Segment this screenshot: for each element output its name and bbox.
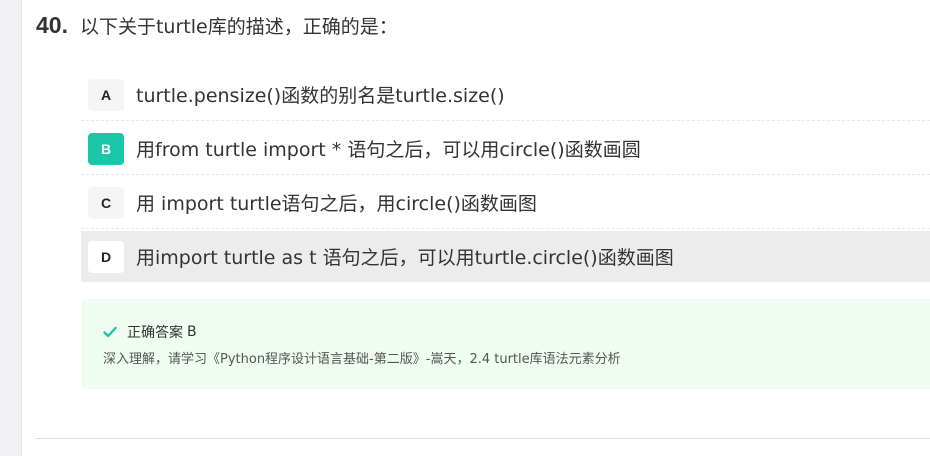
option-b-text: 用from turtle import * 语句之后，可以用circle()函数… — [136, 139, 641, 161]
option-d-badge[interactable]: D — [88, 240, 124, 273]
option-b-badge[interactable]: B — [88, 132, 124, 165]
options-list: A turtle.pensize()函数的别名是turtle.size() B … — [81, 69, 930, 284]
option-d[interactable]: D 用import turtle as t 语句之后，可以用turtle.cir… — [81, 231, 930, 282]
answer-panel: 正确答案 B 深入理解，请学习《Python程序设计语言基础-第二版》-嵩天，2… — [82, 299, 930, 389]
check-icon — [103, 326, 117, 338]
option-a-badge[interactable]: A — [88, 78, 124, 111]
bottom-divider — [36, 438, 930, 439]
correct-answer-value: B — [187, 324, 197, 340]
answer-explanation: 深入理解，请学习《Python程序设计语言基础-第二版》-嵩天，2.4 turt… — [103, 352, 621, 367]
option-d-text: 用import turtle as t 语句之后，可以用turtle.circl… — [136, 247, 674, 269]
question-text: 以下关于turtle库的描述，正确的是： — [79, 15, 398, 38]
question-header: 40. 以下关于turtle库的描述，正确的是： — [36, 10, 398, 40]
option-c-badge[interactable]: C — [88, 186, 124, 219]
correct-answer-label: 正确答案 — [127, 325, 183, 341]
option-c-text: 用 import turtle语句之后，用circle()函数画图 — [136, 193, 537, 215]
option-b[interactable]: B 用from turtle import * 语句之后，可以用circle()… — [81, 123, 930, 175]
question-number: 40. — [36, 11, 68, 38]
correct-answer-line: 正确答案 B — [103, 322, 197, 342]
option-a[interactable]: A turtle.pensize()函数的别名是turtle.size() — [81, 69, 930, 121]
left-sidebar-strip — [0, 0, 22, 456]
option-a-text: turtle.pensize()函数的别名是turtle.size() — [136, 85, 505, 107]
option-c[interactable]: C 用 import turtle语句之后，用circle()函数画图 — [81, 177, 930, 229]
